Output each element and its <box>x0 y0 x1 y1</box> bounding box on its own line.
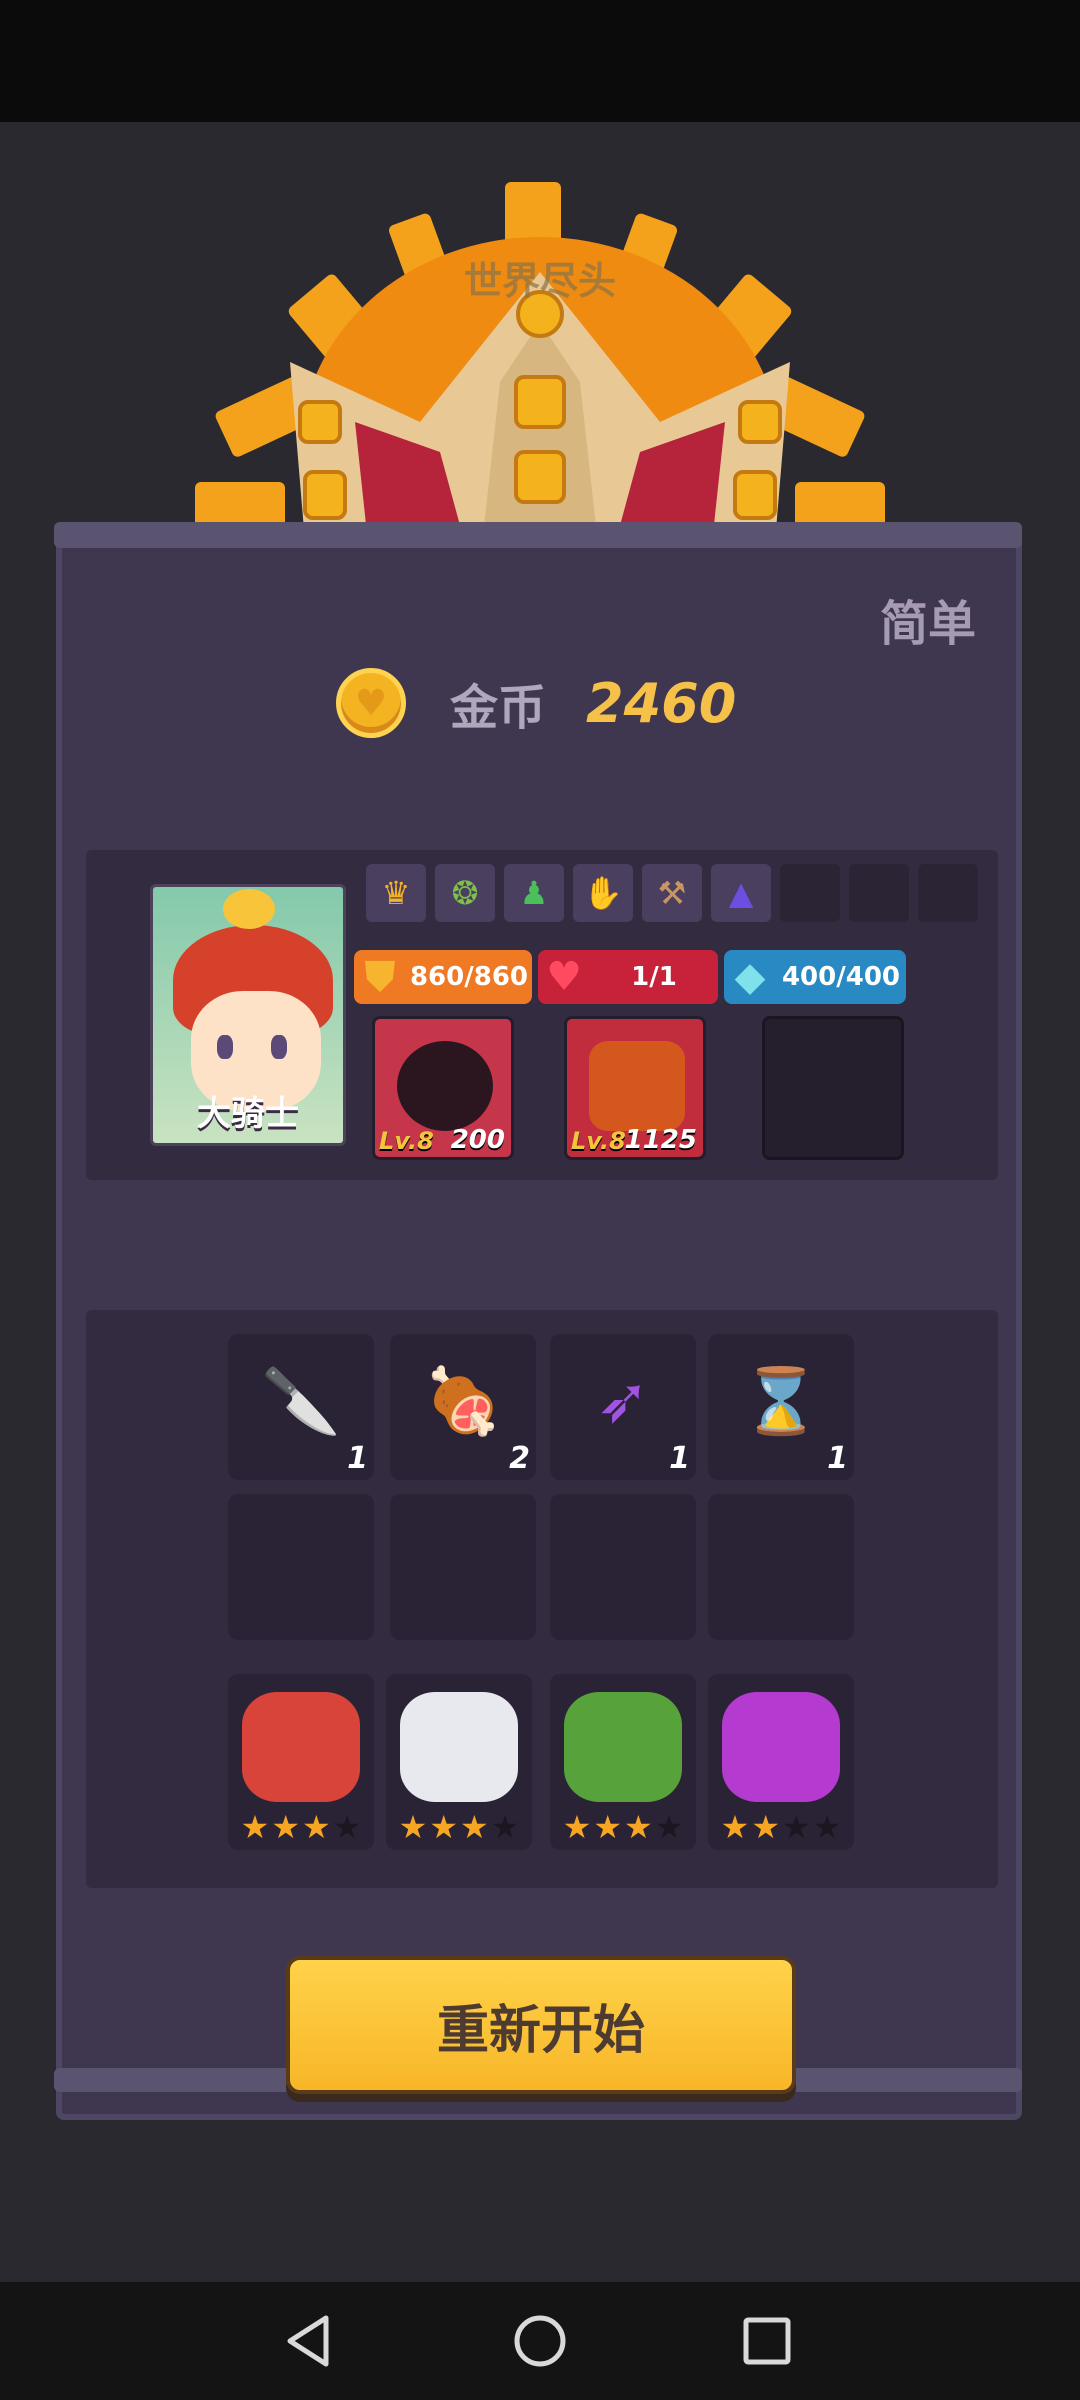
star-icon: ★ <box>720 1808 750 1846</box>
weapon-level: Lv.8 <box>571 1127 626 1155</box>
star-icon: ★ <box>429 1808 458 1846</box>
purple-machine-icon <box>722 1692 840 1802</box>
energy-value: 400/400 <box>781 962 901 992</box>
energy-stat: ◆ 400/400 <box>724 950 906 1004</box>
star-icon: ★ <box>460 1808 489 1846</box>
hero-summary: 大骑士 ♛ ❂ ♟ ✋ ⚒ ▲ ⛊ 860/860 ♥ 1/1 ◆ 400/40… <box>86 850 998 1180</box>
star-icon: ★ <box>271 1808 300 1846</box>
weapon-damage: 200 <box>450 1125 505 1155</box>
coin-value: 2460 <box>586 671 737 735</box>
knife-icon: 🔪 <box>261 1364 341 1439</box>
empty-item-slot <box>550 1494 696 1640</box>
crown-shield-icon[interactable]: ♛ <box>366 864 426 922</box>
star-rating: ★ ★ ★ ★ <box>392 1808 526 1846</box>
handshake-icon[interactable]: ✋ <box>573 864 633 922</box>
system-nav-bar <box>0 2282 1080 2400</box>
item-slot-knife[interactable]: 🔪 1 <box>228 1334 374 1480</box>
star-icon: ★ <box>654 1808 684 1846</box>
weapon-level: Lv.8 <box>379 1127 434 1155</box>
star-icon: ★ <box>240 1808 270 1846</box>
wizard-hat-icon[interactable]: ▲ <box>711 864 771 922</box>
flower-icon <box>223 889 275 929</box>
skill-row: ♛ ❂ ♟ ✋ ⚒ ▲ <box>366 864 978 922</box>
coin-reward-row: ♥ 金币 2460 <box>336 668 736 738</box>
empty-skill-slot <box>918 864 978 922</box>
star-icon: ★ <box>332 1808 362 1846</box>
item-count: 1 <box>827 1441 848 1476</box>
hero-portrait[interactable]: 大骑士 <box>150 884 346 1146</box>
red-helmet-icon <box>242 1692 360 1802</box>
status-bar <box>0 0 1080 122</box>
world-title: 世界尽头 <box>463 259 616 303</box>
shadow-weapon-icon <box>397 1041 493 1131</box>
weapon-slot-1[interactable]: Lv.8 200 <box>372 1016 514 1160</box>
weapon-slot-2[interactable]: Lv.8 1125 <box>564 1016 706 1160</box>
empty-item-slot <box>708 1494 854 1640</box>
coin-label: 金币 <box>450 680 547 736</box>
item-slot-meat[interactable]: 🍖 2 <box>390 1334 536 1480</box>
weapon-damage: 1125 <box>624 1125 697 1155</box>
star-rating: ★ ★ ★ ★ <box>556 1808 690 1846</box>
recent-square <box>743 2317 791 2365</box>
knight-helmet-icon <box>400 1692 518 1802</box>
green-creature-icon <box>564 1692 682 1802</box>
hammer-icon[interactable]: ⚒ <box>642 864 702 922</box>
pet-slot-green-creature[interactable]: ★ ★ ★ ★ <box>550 1674 696 1850</box>
pet-slot-red-helmet[interactable]: ★ ★ ★ ★ <box>228 1674 374 1850</box>
back-triangle <box>287 2315 329 2367</box>
star-icon: ★ <box>812 1808 842 1846</box>
star-icon: ★ <box>490 1808 520 1846</box>
pet-slot-purple-machine[interactable]: ★ ★ ★ ★ <box>708 1674 854 1850</box>
orb-cluster-icon[interactable]: ❂ <box>435 864 495 922</box>
empty-skill-slot <box>780 864 840 922</box>
star-icon: ★ <box>398 1808 428 1846</box>
health-value: 1/1 <box>631 962 677 992</box>
recent-apps-icon[interactable] <box>732 2306 802 2376</box>
hero-name: 大骑士 <box>197 1094 299 1134</box>
health-stat: ♥ 1/1 <box>538 950 718 1004</box>
back-icon[interactable] <box>274 2306 344 2376</box>
hourglass-icon: ⌛ <box>741 1364 821 1439</box>
coin-icon: ♥ <box>336 668 406 738</box>
empty-item-slot <box>390 1494 536 1640</box>
star-icon: ★ <box>624 1808 653 1846</box>
armor-value: 860/860 <box>409 962 529 992</box>
items-box: 🔪 1 🍖 2 ➶ 1 ⌛ 1 ★ ★ ★ ★ ★ ★ ★ ★ ★ ★ ★ ★ ★ ★ ★ ★ <box>86 1310 998 1888</box>
pet-slot-knight-helmet[interactable]: ★ ★ ★ ★ <box>386 1674 532 1850</box>
hero-eye-right <box>271 1035 287 1059</box>
item-slot-dart[interactable]: ➶ 1 <box>550 1334 696 1480</box>
star-icon: ★ <box>593 1808 622 1846</box>
empty-skill-slot <box>849 864 909 922</box>
panel-top-edge <box>54 522 1022 548</box>
empty-weapon-slot <box>762 1016 904 1160</box>
shield-icon: ⛊ <box>365 954 395 1000</box>
dart-icon: ➶ <box>596 1364 650 1438</box>
empty-item-slot <box>228 1494 374 1640</box>
star-icon: ★ <box>782 1808 811 1846</box>
item-count: 2 <box>509 1441 530 1476</box>
difficulty-label: 简单 <box>880 596 977 652</box>
home-icon[interactable] <box>505 2306 575 2376</box>
home-circle <box>514 2315 566 2367</box>
cannon-weapon-icon <box>589 1041 685 1131</box>
armor-stat: ⛊ 860/860 <box>354 950 532 1004</box>
star-icon: ★ <box>751 1808 780 1846</box>
heart-icon: ♥ <box>546 954 582 1000</box>
item-slot-hourglass[interactable]: ⌛ 1 <box>708 1334 854 1480</box>
green-figure-icon[interactable]: ♟ <box>504 864 564 922</box>
star-icon: ★ <box>302 1808 331 1846</box>
roast-meat-icon: 🍖 <box>423 1364 503 1439</box>
diamond-icon: ◆ <box>734 954 766 1000</box>
star-rating: ★ ★ ★ ★ <box>714 1808 848 1846</box>
hero-eye-left <box>217 1035 233 1059</box>
restart-button[interactable]: 重新开始 <box>286 1956 796 2094</box>
item-count: 1 <box>347 1441 368 1476</box>
star-rating: ★ ★ ★ ★ <box>234 1808 368 1846</box>
item-count: 1 <box>669 1441 690 1476</box>
star-icon: ★ <box>562 1808 592 1846</box>
